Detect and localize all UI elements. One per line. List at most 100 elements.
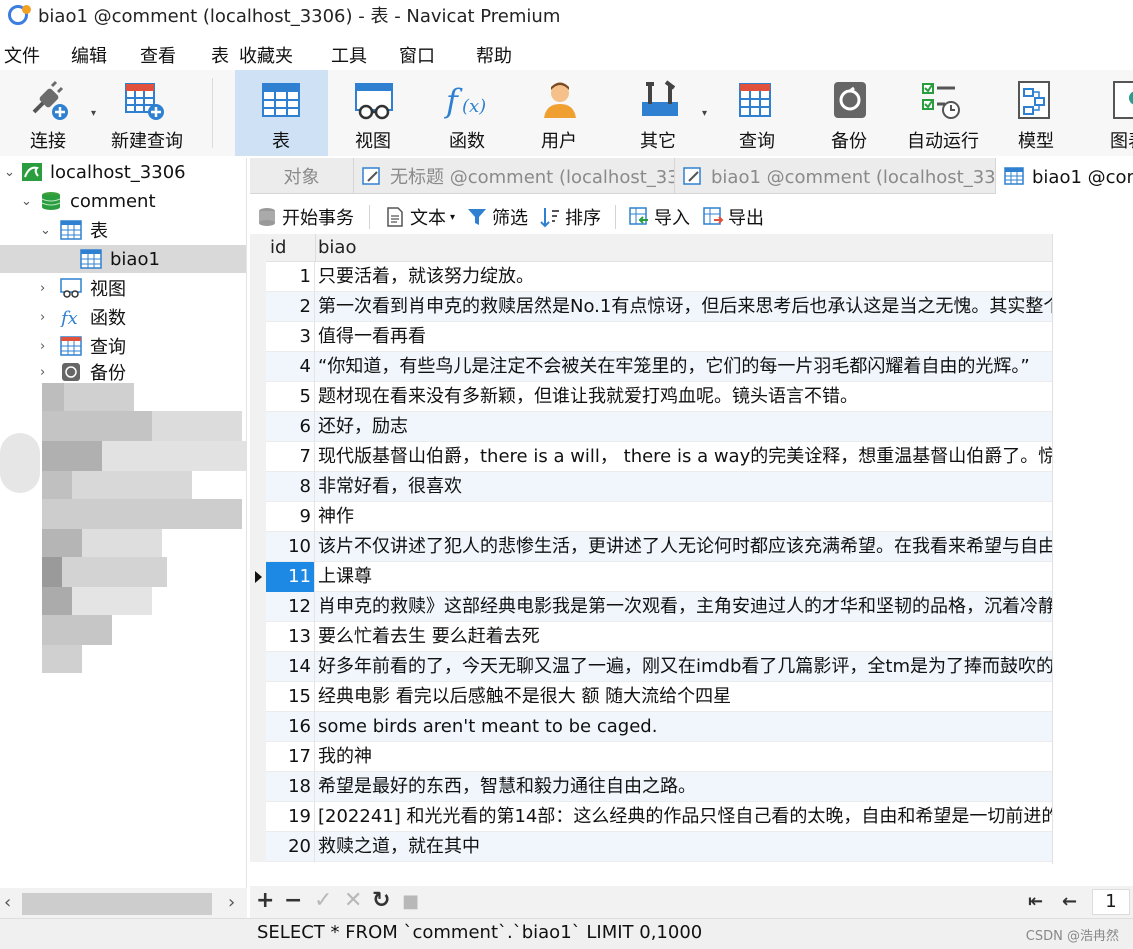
cell-id[interactable]: 16 (266, 712, 315, 742)
collapse-caret-icon[interactable]: › (40, 310, 45, 325)
first-page-button[interactable]: ⇤ (1028, 891, 1043, 912)
menu-window[interactable]: 窗口 (399, 42, 435, 68)
tree-connection[interactable]: ⌄ localhost_3306 (0, 158, 247, 186)
table-row[interactable]: 2 第一次看到肖申克的救赎居然是No.1有点惊讶，但后来思考后也承认这是当之无愧。… (250, 292, 1053, 322)
column-header-biao[interactable]: biao (318, 237, 356, 258)
automation-button[interactable]: 自动运行 (903, 70, 983, 156)
new-query-button[interactable]: 新建查询 (108, 70, 188, 156)
tree-queries-group[interactable]: › 查询 (0, 332, 247, 360)
row-selector[interactable] (250, 352, 266, 382)
table-row[interactable]: 6 还好，励志 (250, 412, 1053, 442)
cell-id[interactable]: 2 (266, 292, 315, 322)
collapse-caret-icon[interactable]: › (40, 339, 45, 354)
cell-biao[interactable]: 第一次看到肖申克的救赎居然是No.1有点惊讶，但后来思考后也承认这是当之无愧。其… (318, 292, 1053, 322)
table-row[interactable]: 16 some birds aren't meant to be caged. (250, 712, 1053, 742)
menu-view[interactable]: 查看 (140, 42, 176, 68)
chart-button[interactable]: 图表 (1098, 70, 1133, 156)
row-selector[interactable] (250, 322, 266, 352)
table-row[interactable]: 20 救赎之道，就在其中 (250, 832, 1053, 862)
row-selector[interactable] (250, 682, 266, 712)
delete-record-button[interactable]: − (284, 888, 302, 913)
tree-tables-group[interactable]: ⌄ 表 (0, 216, 247, 244)
cell-id[interactable]: 8 (266, 472, 315, 502)
menu-edit[interactable]: 编辑 (71, 42, 107, 68)
collapse-caret-icon[interactable]: › (40, 365, 45, 380)
collapse-caret-icon[interactable]: › (40, 281, 45, 296)
cell-biao[interactable]: 好多年前看的了，今天无聊又温了一遍，刚又在imdb看了几篇影评，全tm是为了捧而… (318, 652, 1053, 682)
add-record-button[interactable]: + (256, 888, 274, 913)
table-row[interactable]: 5 题材现在看来没有多新颖，但谁让我就爱打鸡血呢。镜头语言不错。 (250, 382, 1053, 412)
import-button[interactable]: 导入 (628, 205, 690, 229)
table-row[interactable]: 15 经典电影 看完以后感触不是很大 额 随大流给个四星 (250, 682, 1053, 712)
row-selector[interactable] (250, 592, 266, 622)
row-selector[interactable] (250, 742, 266, 772)
cell-id[interactable]: 17 (266, 742, 315, 772)
sidebar-horizontal-scrollbar[interactable]: ‹ › (0, 888, 247, 920)
previous-page-button[interactable]: ← (1062, 891, 1077, 912)
queries-button[interactable]: 查询 (718, 70, 798, 156)
table-row[interactable]: 18 希望是最好的东西，智慧和毅力通往自由之路。 (250, 772, 1053, 802)
cell-id[interactable]: 19 (266, 802, 315, 832)
row-selector[interactable] (250, 502, 266, 532)
cell-id[interactable]: 12 (266, 592, 315, 622)
cell-id[interactable]: 5 (266, 382, 315, 412)
cell-id[interactable]: 18 (266, 772, 315, 802)
export-button[interactable]: 导出 (702, 205, 764, 229)
row-selector[interactable] (250, 832, 266, 862)
cell-id[interactable]: 6 (266, 412, 315, 442)
row-selector[interactable] (250, 292, 266, 322)
tree-backups-group[interactable]: › 备份 (0, 361, 247, 383)
tree-table-biao1[interactable]: biao1 (0, 245, 246, 273)
row-selector[interactable] (250, 772, 266, 802)
cell-biao[interactable]: 非常好看，很喜欢 (318, 472, 1053, 502)
table-row[interactable]: 3 值得一看再看 (250, 322, 1053, 352)
cell-id[interactable]: 10 (266, 532, 315, 562)
cell-biao[interactable]: 救赎之道，就在其中 (318, 832, 1053, 862)
views-button[interactable]: 视图 (334, 70, 414, 156)
cell-biao[interactable]: 要么忙着去生 要么赶着去死 (318, 622, 1053, 652)
table-row[interactable]: 19 [202241] 和光光看的第14部：这么经典的作品只怪自己看的太晚，自由和… (250, 802, 1053, 832)
table-row[interactable]: 7 现代版基督山伯爵，there is a will， there is a wa… (250, 442, 1053, 472)
menu-help[interactable]: 帮助 (476, 42, 512, 68)
cell-id[interactable]: 9 (266, 502, 315, 532)
row-selector[interactable] (250, 532, 266, 562)
cell-biao[interactable]: 还好，励志 (318, 412, 1053, 442)
table-row[interactable]: 12 肖申克的救赎》这部经典电影我是第一次观看，主角安迪过人的才华和坚韧的品格，沉… (250, 592, 1053, 622)
cell-id[interactable]: 11 (266, 562, 315, 592)
cell-id[interactable]: 3 (266, 322, 315, 352)
text-button[interactable]: 文本 ▾ (384, 205, 455, 229)
tree-database[interactable]: ⌄ comment (0, 187, 247, 215)
scroll-left-icon[interactable]: ‹ (4, 892, 11, 913)
cell-id[interactable]: 13 (266, 622, 315, 652)
filter-button[interactable]: 筛选 (466, 205, 528, 229)
cell-id[interactable]: 20 (266, 832, 315, 862)
cell-biao[interactable]: 只要活着，就该努力绽放。 (318, 262, 1053, 292)
cell-id[interactable]: 1 (266, 262, 315, 292)
expand-caret-icon[interactable]: ⌄ (4, 165, 15, 180)
connect-button[interactable]: 连接 (14, 70, 86, 156)
tables-button[interactable]: 表 (235, 70, 328, 156)
expand-caret-icon[interactable]: ⌄ (21, 194, 32, 209)
row-selector[interactable] (250, 622, 266, 652)
column-divider[interactable] (315, 234, 316, 262)
cell-biao[interactable]: 值得一看再看 (318, 322, 1053, 352)
tab-objects[interactable]: 对象 (250, 158, 354, 194)
cell-biao[interactable]: 题材现在看来没有多新颖，但谁让我就爱打鸡血呢。镜头语言不错。 (318, 382, 1053, 412)
cell-biao[interactable]: 我的神 (318, 742, 1053, 772)
users-button[interactable]: 用户 (520, 70, 600, 156)
scrollbar-thumb[interactable] (22, 893, 212, 915)
table-row[interactable]: 17 我的神 (250, 742, 1053, 772)
begin-transaction-button[interactable]: 开始事务 (256, 205, 354, 229)
column-header-id[interactable]: id (270, 237, 286, 258)
connect-dropdown-caret-icon[interactable]: ▾ (91, 108, 96, 119)
row-selector[interactable] (250, 712, 266, 742)
tab-biao1-data[interactable]: biao1 @comment (localhost_3306) - 表 (996, 158, 1133, 194)
expand-caret-icon[interactable]: ⌄ (40, 223, 51, 238)
sort-button[interactable]: 排序 (539, 205, 601, 229)
current-row-indicator-icon[interactable] (250, 562, 266, 592)
cell-biao[interactable]: 神作 (318, 502, 1053, 532)
cell-id[interactable]: 7 (266, 442, 315, 472)
table-row[interactable]: 4 “你知道，有些鸟儿是注定不会被关在牢笼里的，它们的每一片羽毛都闪耀着自由的光辉… (250, 352, 1053, 382)
table-row[interactable]: 8 非常好看，很喜欢 (250, 472, 1053, 502)
others-dropdown-caret-icon[interactable]: ▾ (702, 108, 707, 119)
